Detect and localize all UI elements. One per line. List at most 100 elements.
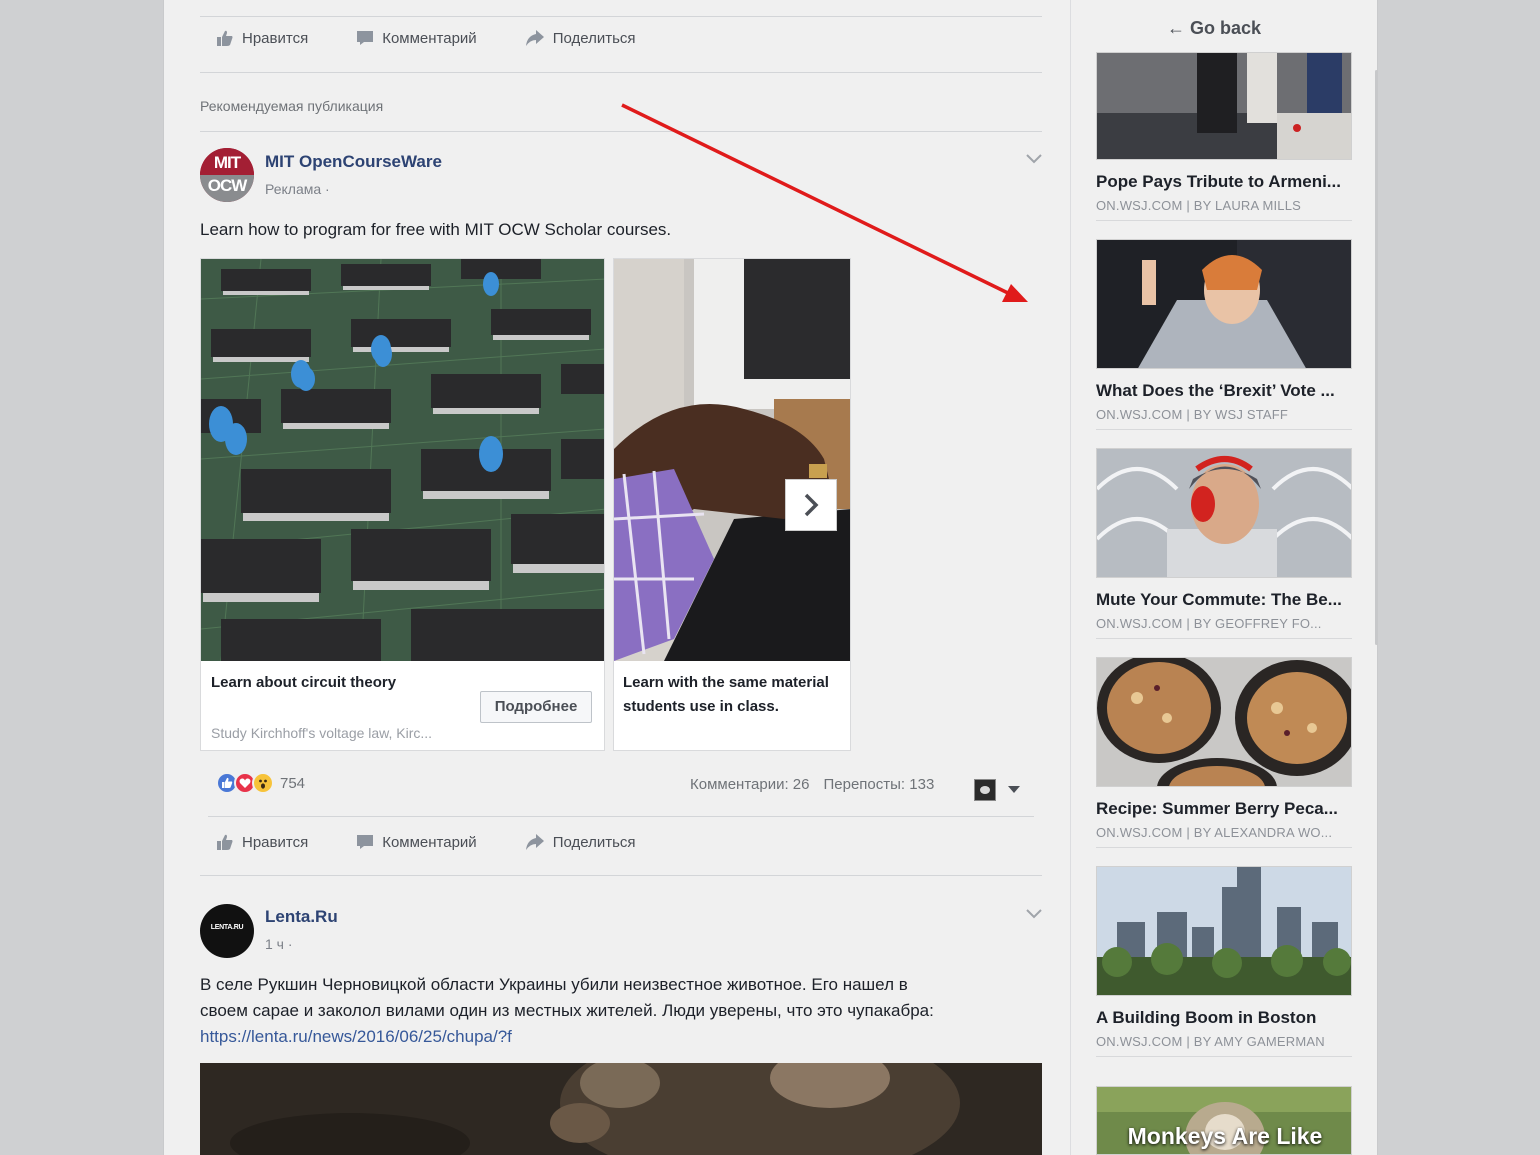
carousel-card-1[interactable]: Learn about circuit theory Study Kirchho… [200,258,605,751]
share-arrow-icon [525,834,544,850]
news-meta: ON.WSJ.COM | BY ALEXANDRA WO... [1096,825,1352,840]
like-button[interactable]: Нравится [216,29,308,47]
post-photo[interactable] [200,1063,1042,1155]
chevron-down-icon[interactable] [1024,904,1044,924]
divider [1096,1056,1352,1057]
card-1-description: Study Kirchhoff's voltage law, Kirc... [211,725,433,741]
chevron-right-icon [804,493,819,517]
divider [200,72,1042,73]
typing-hands-image [614,259,850,661]
news-author: BY AMY GAMERMAN [1193,1034,1325,1049]
shares-count[interactable]: Перепосты: 133 [824,776,935,793]
news-item[interactable]: What Does the ‘Brexit’ Vote ... ON.WSJ.C… [1096,239,1352,430]
news-title[interactable]: What Does the ‘Brexit’ Vote ... [1096,381,1352,401]
post-time[interactable]: 1 ч · [265,936,293,952]
news-thumbnail[interactable] [1096,52,1352,160]
share-label: Поделиться [552,833,636,851]
news-item[interactable]: A Building Boom in Boston ON.WSJ.COM | B… [1096,866,1352,1057]
thumbs-up-icon [217,834,233,850]
news-item[interactable]: Monkeys Are Like [1096,1086,1352,1155]
news-meta: ON.WSJ.COM | BY LAURA MILLS [1096,198,1352,213]
news-thumbnail[interactable] [1096,239,1352,369]
ad-post-actions: Нравится Комментарий Поделиться [216,827,684,857]
post-text-line-1: В селе Рукшин Черновицкой области Украин… [200,975,908,994]
divider [1096,638,1352,639]
card-2-title-line-2: students use in class. [623,698,779,715]
share-arrow-icon [525,30,544,46]
news-title[interactable]: A Building Boom in Boston [1096,1008,1352,1028]
comment-icon [357,31,374,45]
recommended-label: Рекомендуемая публикация [200,98,384,114]
news-meta: ON.WSJ.COM | BY WSJ STAFF [1096,407,1352,422]
comment-button[interactable]: Комментарий [356,833,477,851]
card-2-title-line-1: Learn with the same material [623,674,829,691]
news-author: BY WSJ STAFF [1193,407,1289,422]
news-source: ON.WSJ.COM [1096,616,1183,631]
card-1-title: Learn about circuit theory [211,674,397,691]
news-source: ON.WSJ.COM [1096,825,1183,840]
post-link[interactable]: https://lenta.ru/news/2016/06/25/chupa/?… [200,1024,512,1050]
circuit-board-image [201,259,604,661]
news-item[interactable]: Recipe: Summer Berry Peca... ON.WSJ.COM … [1096,657,1352,848]
divider [1096,429,1352,430]
previous-post-actions: Нравится Комментарий Поделиться [216,23,684,53]
post-author-name[interactable]: MIT OpenCourseWare [265,152,442,172]
post-text: Learn how to program for free with MIT O… [200,220,672,239]
comment-icon [357,835,374,849]
news-source: ON.WSJ.COM [1096,1034,1183,1049]
meta-separator: | [1186,1034,1190,1049]
share-button[interactable]: Поделиться [525,29,636,47]
share-as-avatar[interactable] [974,779,996,801]
like-button[interactable]: Нравится [216,833,308,851]
mit-ocw-avatar[interactable]: MIT OCW [200,148,254,202]
comments-count[interactable]: Комментарии: 26 [690,776,810,793]
news-author: BY GEOFFREY FO... [1193,616,1322,631]
comment-label: Комментарий [382,29,477,47]
news-feed: Нравится Комментарий Поделиться Рекоменд… [200,0,1042,1155]
divider [200,875,1042,876]
carousel-next-button[interactable] [785,479,837,531]
divider [1096,220,1352,221]
sidebar-scrollbar[interactable] [1375,70,1378,645]
news-source: ON.WSJ.COM [1096,198,1183,213]
thumbs-up-icon [217,30,233,46]
chevron-down-icon[interactable] [1024,149,1044,169]
news-source: ON.WSJ.COM [1096,407,1183,422]
news-thumbnail[interactable] [1096,448,1352,578]
post-author-name[interactable]: Lenta.Ru [265,907,338,927]
news-meta: ON.WSJ.COM | BY GEOFFREY FO... [1096,616,1352,631]
news-item[interactable]: Pope Pays Tribute to Armeni... ON.WSJ.CO… [1096,52,1352,221]
avatar-mit-text: MIT [200,148,254,175]
lenta-avatar-text: LENTA.RU [210,924,244,931]
divider [200,131,1042,132]
like-label: Нравится [242,833,309,851]
caret-down-icon[interactable] [1008,786,1020,794]
divider [208,816,1034,817]
go-back-link[interactable]: ← Go back [1167,18,1261,39]
thumbnail-overlay-text: Monkeys Are Like [1127,1123,1323,1149]
reactions-summary[interactable]: 754 [216,772,305,794]
share-button[interactable]: Поделиться [525,833,636,851]
news-title[interactable]: Mute Your Commute: The Be... [1096,590,1352,610]
news-title[interactable]: Recipe: Summer Berry Peca... [1096,799,1352,819]
comment-label: Комментарий [382,833,477,851]
comment-button[interactable]: Комментарий [356,29,477,47]
news-item[interactable]: Mute Your Commute: The Be... ON.WSJ.COM … [1096,448,1352,639]
news-author: BY LAURA MILLS [1193,198,1302,213]
meta-separator: | [1186,616,1190,631]
meta-separator: | [1186,825,1190,840]
post-text-line-2: своем сарае и заколол вилами один из мес… [200,1001,934,1020]
reaction-count: 754 [280,774,306,792]
divider [1096,847,1352,848]
sponsored-label: Реклама · [265,181,330,197]
related-articles-panel: ← Go back Pope Pays Tribute to Armeni...… [1070,0,1378,1155]
news-thumbnail[interactable] [1096,657,1352,787]
news-thumbnail[interactable]: Monkeys Are Like [1096,1086,1352,1155]
news-meta: ON.WSJ.COM | BY AMY GAMERMAN [1096,1034,1352,1049]
learn-more-button[interactable]: Подробнее [480,691,592,723]
lenta-avatar[interactable]: LENTA.RU [200,904,254,958]
post-stats: Комментарии: 26 Перепосты: 133 [690,776,948,793]
news-thumbnail[interactable] [1096,866,1352,996]
meta-separator: | [1186,198,1190,213]
news-title[interactable]: Pope Pays Tribute to Armeni... [1096,172,1352,192]
